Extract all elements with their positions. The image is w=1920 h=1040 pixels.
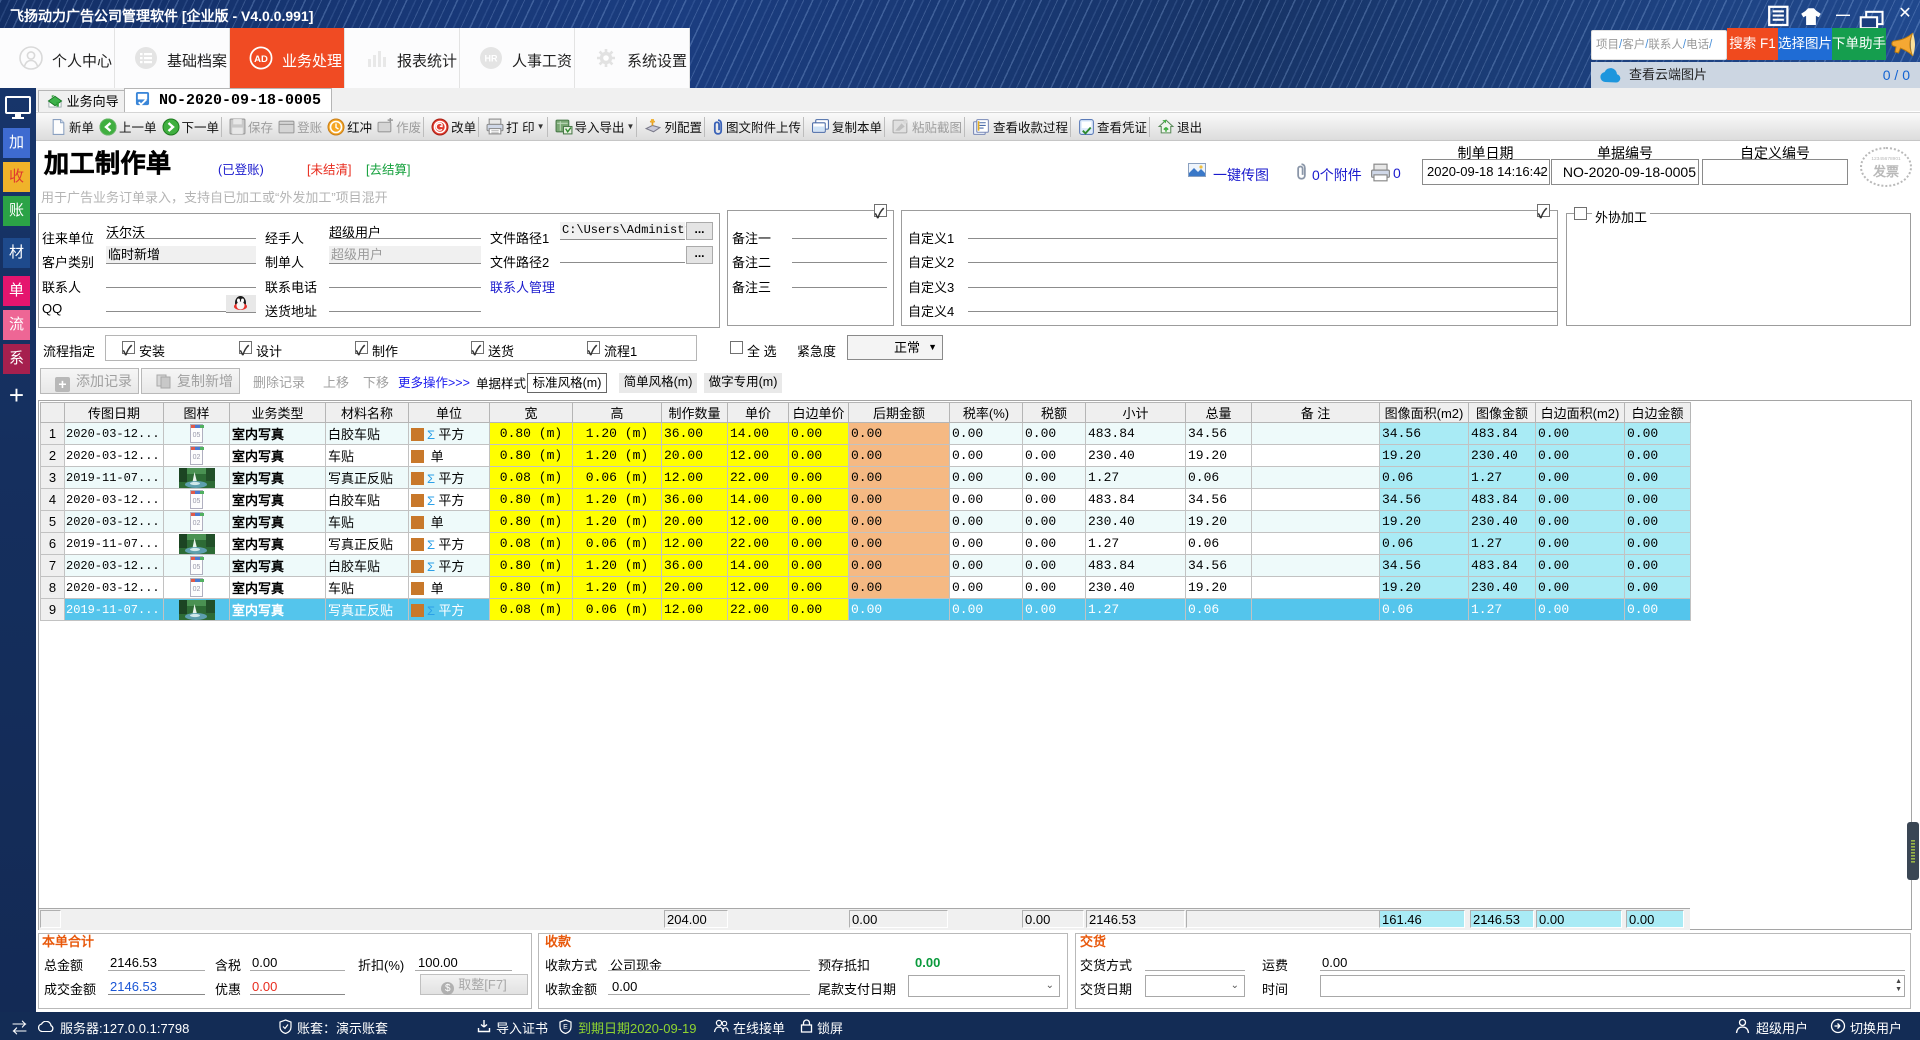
svg-text:HR: HR <box>485 54 498 64</box>
svg-text:AD: AD <box>254 54 268 65</box>
svg-text:E: E <box>563 1024 568 1031</box>
